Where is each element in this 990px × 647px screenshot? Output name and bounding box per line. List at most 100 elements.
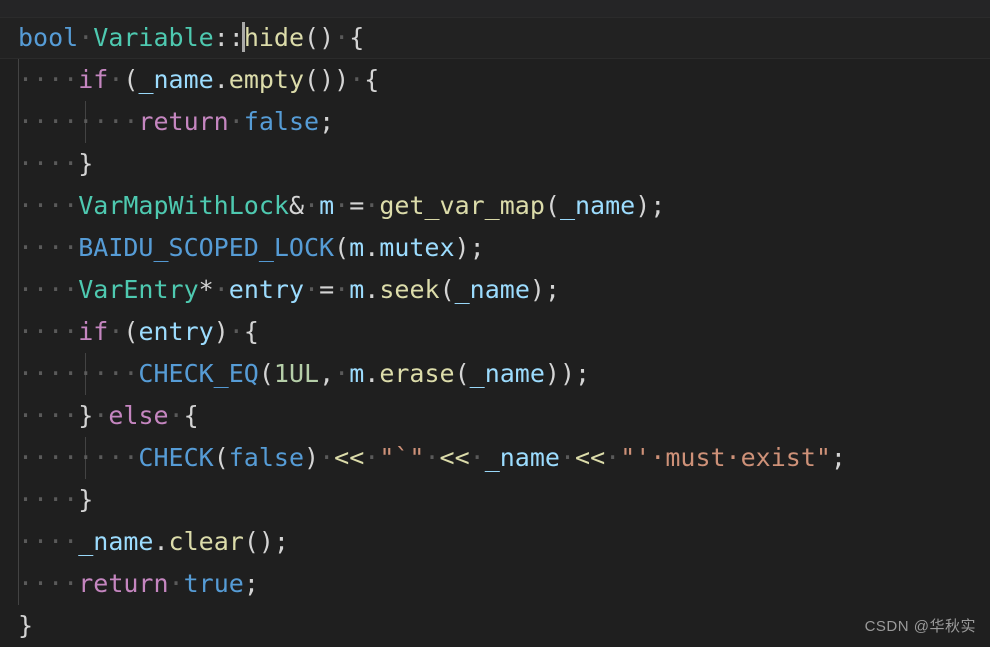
code-token: empty bbox=[228, 65, 305, 94]
indent-guide bbox=[18, 395, 19, 437]
whitespace-dots: ···· bbox=[18, 401, 79, 430]
whitespace-dots: ···· bbox=[18, 149, 79, 178]
code-token: ; bbox=[243, 569, 259, 598]
code-token: false bbox=[228, 443, 305, 472]
code-token: . bbox=[213, 65, 229, 94]
code-token: get_var_map bbox=[379, 191, 545, 220]
whitespace-dots: · bbox=[108, 65, 124, 94]
code-token: erase bbox=[379, 359, 455, 388]
code-line[interactable]: ····return·true; bbox=[0, 563, 990, 605]
code-token: hide bbox=[243, 23, 305, 52]
whitespace-dots: · bbox=[559, 443, 576, 472]
code-token: seek bbox=[379, 275, 440, 304]
code-token: if bbox=[78, 317, 109, 346]
whitespace-dots: · bbox=[364, 191, 380, 220]
code-token: )) bbox=[544, 359, 576, 388]
indent-guide bbox=[18, 437, 19, 479]
code-line[interactable]: ····VarMapWithLock&·m·=·get_var_map(_nam… bbox=[0, 185, 990, 227]
code-token: Variable bbox=[93, 23, 214, 52]
code-token: & bbox=[288, 191, 304, 220]
code-token: ; bbox=[544, 275, 561, 304]
code-editor[interactable]: bool·Variable::hide()·{····if·(_name.emp… bbox=[0, 0, 990, 646]
code-line[interactable]: ········CHECK_EQ(1UL,·m.erase(_name)); bbox=[0, 353, 990, 395]
indent-guide bbox=[18, 269, 19, 311]
code-token: if bbox=[78, 65, 109, 94]
code-token: () bbox=[304, 23, 335, 52]
code-token: VarMapWithLock bbox=[78, 191, 289, 220]
code-token: , bbox=[319, 359, 335, 388]
whitespace-dots: · bbox=[349, 65, 365, 94]
code-line[interactable]: ····} bbox=[0, 143, 990, 185]
indent-guide bbox=[18, 143, 19, 185]
code-token: _name bbox=[469, 359, 545, 388]
code-token: . bbox=[364, 233, 380, 262]
code-token: ( bbox=[334, 233, 350, 262]
whitespace-dots: ········ bbox=[18, 443, 139, 472]
whitespace-dots: ···· bbox=[18, 191, 79, 220]
code-token: m bbox=[349, 359, 365, 388]
code-line[interactable]: bool·Variable::hide()·{ bbox=[0, 17, 990, 59]
code-token: ) bbox=[635, 191, 651, 220]
code-content[interactable]: bool·Variable::hide()·{····if·(_name.emp… bbox=[0, 17, 990, 647]
code-token: else bbox=[108, 401, 169, 430]
code-token: ( bbox=[258, 359, 274, 388]
whitespace-dots: ···· bbox=[18, 569, 79, 598]
whitespace-dots: · bbox=[334, 359, 350, 388]
code-token: ; bbox=[650, 191, 666, 220]
indent-guide bbox=[18, 521, 19, 563]
whitespace-dots: ···· bbox=[18, 233, 79, 262]
code-line[interactable]: ····if·(entry)·{ bbox=[0, 311, 990, 353]
code-token: m bbox=[319, 191, 335, 220]
code-line[interactable]: ····_name.clear(); bbox=[0, 521, 990, 563]
indent-guide bbox=[18, 353, 19, 395]
code-token: { bbox=[183, 401, 199, 430]
code-token: ( bbox=[123, 317, 139, 346]
code-line[interactable]: ········CHECK(false)·<<·"`"·<<·_name·<<·… bbox=[0, 437, 990, 479]
code-token: false bbox=[243, 107, 320, 136]
code-token: . bbox=[153, 527, 169, 556]
code-token: entry bbox=[138, 317, 214, 346]
code-token: } bbox=[78, 149, 94, 178]
editor-top-strip bbox=[0, 0, 990, 17]
code-line[interactable]: ····} bbox=[0, 479, 990, 521]
code-token: entry bbox=[228, 275, 305, 304]
whitespace-dots: · bbox=[334, 23, 350, 52]
code-token: _name bbox=[559, 191, 636, 220]
code-line[interactable]: ····BAIDU_SCOPED_LOCK(m.mutex); bbox=[0, 227, 990, 269]
code-token: m bbox=[349, 233, 365, 262]
whitespace-dots: · bbox=[228, 317, 244, 346]
code-token: 1UL bbox=[273, 359, 320, 388]
code-line[interactable]: ····}·else·{ bbox=[0, 395, 990, 437]
whitespace-dots: · bbox=[213, 275, 229, 304]
whitespace-dots: · bbox=[605, 443, 621, 472]
code-line[interactable]: ····if·(_name.empty())·{ bbox=[0, 59, 990, 101]
whitespace-dots: · bbox=[424, 443, 440, 472]
code-token: << bbox=[439, 443, 470, 472]
code-token: ) bbox=[454, 233, 470, 262]
code-token: ()) bbox=[304, 65, 350, 94]
code-token: "`" bbox=[379, 443, 425, 472]
whitespace-dots: · bbox=[108, 317, 124, 346]
whitespace-dots: · bbox=[168, 569, 184, 598]
code-token: ( bbox=[123, 65, 139, 94]
csdn-watermark: CSDN @华秋实 bbox=[864, 618, 976, 635]
code-token: ; bbox=[273, 527, 289, 556]
indent-guide bbox=[85, 101, 86, 143]
code-line[interactable]: ····VarEntry*·entry·=·m.seek(_name); bbox=[0, 269, 990, 311]
code-token: CHECK bbox=[138, 443, 214, 472]
whitespace-dots: · bbox=[228, 107, 244, 136]
code-token: ; bbox=[830, 443, 846, 472]
code-token: clear bbox=[168, 527, 244, 556]
code-token: "'·must·exist" bbox=[620, 443, 831, 472]
code-line[interactable]: ········return·false; bbox=[0, 101, 990, 143]
code-token: = bbox=[319, 275, 335, 304]
code-line[interactable]: } bbox=[0, 605, 990, 647]
whitespace-dots: · bbox=[93, 401, 109, 430]
code-token: _name bbox=[138, 65, 214, 94]
code-token: ; bbox=[319, 107, 335, 136]
indent-guide bbox=[18, 185, 19, 227]
code-token: = bbox=[349, 191, 365, 220]
whitespace-dots: ···· bbox=[18, 317, 79, 346]
code-token: VarEntry bbox=[78, 275, 199, 304]
code-token: ( bbox=[544, 191, 560, 220]
